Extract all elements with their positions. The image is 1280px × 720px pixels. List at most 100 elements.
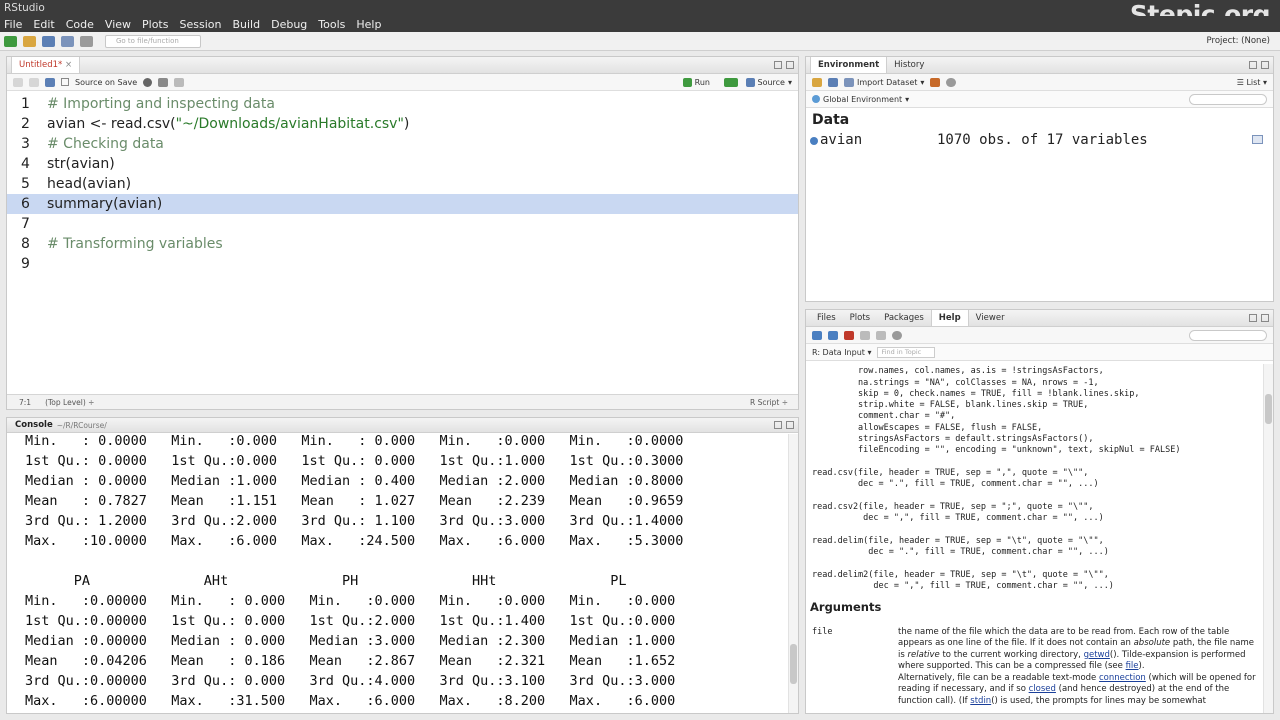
back-arrow-icon[interactable] [812, 330, 822, 340]
link-getwd[interactable]: getwd [1084, 650, 1110, 660]
wand-icon[interactable] [158, 77, 169, 87]
run-button[interactable]: Run [682, 77, 710, 87]
help-tabs: Files Plots Packages Help Viewer [806, 310, 1273, 327]
minimize-icon[interactable] [774, 61, 782, 69]
home-icon[interactable] [844, 330, 854, 340]
print-icon[interactable] [860, 330, 870, 340]
save-workspace-icon[interactable] [828, 77, 838, 87]
tab-files[interactable]: Files [810, 310, 843, 326]
open-folder-icon[interactable] [23, 35, 36, 47]
code-line[interactable]: 8 # Transforming variables [7, 234, 798, 254]
code-line[interactable]: 2 avian <- read.csv("~/Downloads/avianHab… [7, 114, 798, 134]
console-line: Min. :0.00000 Min. : 0.000 Min. :0.000 M… [25, 593, 676, 609]
save-icon[interactable] [42, 35, 55, 47]
tab-history[interactable]: History [887, 57, 931, 73]
code-line[interactable]: 3 # Checking data [7, 134, 798, 154]
tab-untitled1[interactable]: Untitled1* × [11, 57, 81, 73]
link-connection[interactable]: connection [1099, 673, 1146, 683]
source-on-save-checkbox[interactable] [61, 78, 69, 86]
code-line[interactable]: 4 str(avian) [7, 154, 798, 174]
minimize-icon[interactable] [1249, 314, 1257, 322]
menu-tools[interactable]: Tools [318, 18, 345, 31]
environment-pane: Environment History Import Dataset ▾ ☰ L… [805, 56, 1274, 302]
broom-icon[interactable] [930, 77, 941, 87]
maximize-icon[interactable] [786, 421, 794, 429]
code-line[interactable]: 9 [7, 254, 798, 274]
menu-debug[interactable]: Debug [271, 18, 307, 31]
console-scrollbar[interactable] [788, 434, 798, 713]
new-file-icon[interactable] [4, 35, 17, 47]
global-environment-selector[interactable]: Global Environment ▾ [812, 95, 909, 104]
goto-file-input[interactable]: Go to file/function [105, 34, 201, 48]
rerun-icon[interactable] [724, 77, 738, 87]
code-line[interactable]: 7 [7, 214, 798, 234]
menu-file[interactable]: File [4, 18, 22, 31]
maximize-icon[interactable] [786, 61, 794, 69]
menu-plots[interactable]: Plots [142, 18, 168, 31]
tab-environment[interactable]: Environment [810, 57, 888, 73]
print-icon[interactable] [80, 35, 93, 47]
env-row-avian[interactable]: avian 1070 obs. of 17 variables [806, 132, 1273, 150]
compile-report-icon[interactable] [174, 77, 185, 87]
link-stdin[interactable]: stdin [970, 696, 991, 706]
help-topic-selector[interactable]: R: Data Input ▾ [812, 348, 871, 357]
expand-icon[interactable] [810, 137, 818, 145]
usage-line: read.delim2(file, header = TRUE, sep = "… [812, 569, 1109, 580]
chevron-down-icon: ▾ [920, 77, 925, 87]
menu-edit[interactable]: Edit [33, 18, 54, 31]
code-line[interactable]: 1 # Importing and inspecting data [7, 94, 798, 114]
back-icon[interactable] [13, 77, 23, 87]
minimize-icon[interactable] [774, 421, 782, 429]
link-closed[interactable]: closed [1029, 684, 1056, 694]
save-icon[interactable] [45, 77, 55, 87]
arguments-heading: Arguments [810, 600, 882, 614]
tab-packages[interactable]: Packages [877, 310, 931, 326]
maximize-icon[interactable] [1261, 314, 1269, 322]
tab-help[interactable]: Help [930, 310, 969, 326]
code-editor[interactable]: 1 # Importing and inspecting data 2 avian … [7, 93, 798, 394]
usage-line: dec = ",", fill = TRUE, comment.char = "… [812, 513, 1104, 524]
help-pane: Files Plots Packages Help Viewer R: Data… [805, 309, 1274, 714]
find-in-topic-input[interactable]: Find in Topic [877, 346, 936, 358]
tab-viewer[interactable]: Viewer [969, 310, 1012, 326]
code-line-selected[interactable]: 6 summary(avian) [7, 194, 798, 214]
search-icon[interactable] [143, 77, 153, 87]
load-workspace-icon[interactable] [812, 77, 822, 87]
usage-line: allowEscapes = FALSE, flush = FALSE, [812, 422, 1043, 433]
menu-code[interactable]: Code [66, 18, 94, 31]
usage-line [812, 491, 1180, 502]
scope-selector[interactable]: (Top Level) ÷ [45, 398, 94, 407]
file-type-selector[interactable]: R Script ÷ [750, 398, 788, 407]
editor-pane: Untitled1* × Source on Save Run Source ▾… [6, 56, 799, 410]
refresh-icon[interactable] [946, 77, 957, 87]
source-button[interactable]: Source ▾ [745, 77, 792, 87]
help-search-input[interactable] [1189, 330, 1267, 341]
help-scrollbar[interactable] [1263, 364, 1273, 713]
working-directory[interactable]: ~/R/RCourse/ [57, 421, 107, 430]
menu-view[interactable]: View [105, 18, 131, 31]
link-file[interactable]: file [1126, 661, 1139, 671]
environment-search-input[interactable] [1189, 94, 1267, 105]
maximize-icon[interactable] [1261, 61, 1269, 69]
usage-code: dec = ".", numerals = c("allow.loss", "w… [812, 364, 1180, 592]
usage-line: row.names, col.names, as.is = !stringsAs… [812, 366, 1104, 377]
menu-build[interactable]: Build [232, 18, 260, 31]
forward-arrow-icon[interactable] [828, 330, 838, 340]
usage-line: stringsAsFactors = default.stringsAsFact… [812, 434, 1094, 445]
tab-plots[interactable]: Plots [843, 310, 877, 326]
view-table-icon[interactable] [1252, 135, 1263, 144]
console-line: 3rd Qu.: 1.2000 3rd Qu.:2.000 3rd Qu.: 1… [25, 513, 684, 529]
save-all-icon[interactable] [61, 35, 74, 47]
menu-help[interactable]: Help [356, 18, 381, 31]
menu-session[interactable]: Session [179, 18, 221, 31]
minimize-icon[interactable] [1249, 61, 1257, 69]
import-dataset-button[interactable]: Import Dataset ▾ [844, 77, 925, 87]
refresh-icon[interactable] [892, 330, 902, 340]
project-menu[interactable]: Project: (None) [1207, 36, 1270, 46]
open-window-icon[interactable] [876, 330, 886, 340]
console-line: Max. :6.00000 Max. :31.500 Max. :6.000 M… [25, 693, 676, 709]
console-output[interactable]: Min. : 0.0000 Min. :0.000 Min. : 0.000 M… [7, 433, 786, 713]
forward-icon[interactable] [29, 77, 39, 87]
code-line[interactable]: 5 head(avian) [7, 174, 798, 194]
list-view-button[interactable]: ☰ List ▾ [1237, 78, 1267, 87]
